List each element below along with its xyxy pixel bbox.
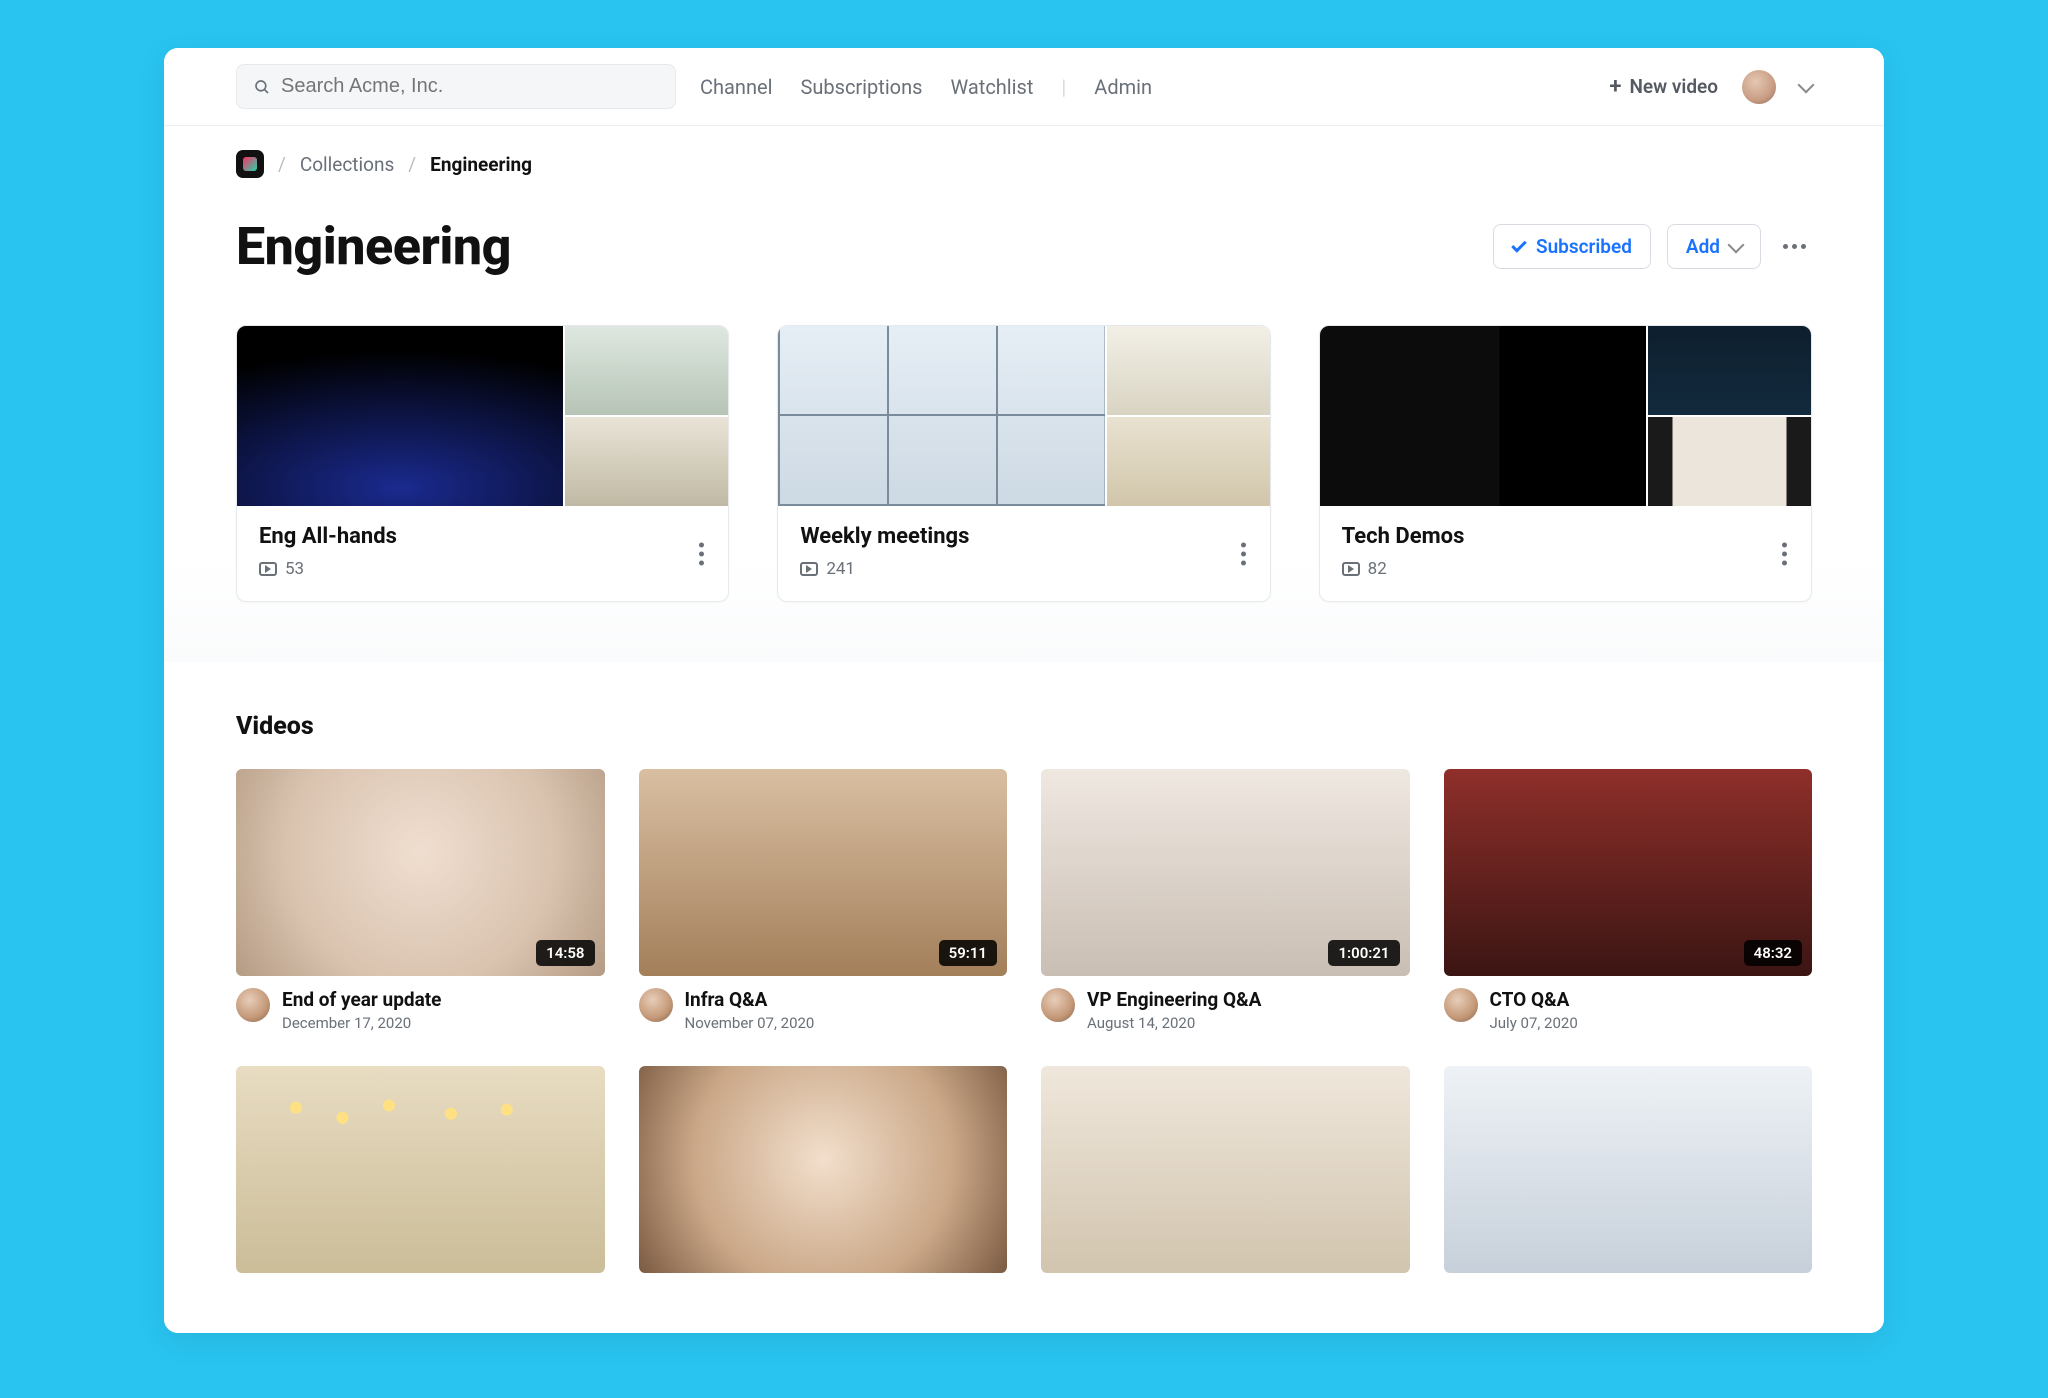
collection-card[interactable]: Weekly meetings 241 xyxy=(777,325,1270,602)
collection-count: 53 xyxy=(285,559,304,579)
video-duration: 1:00:21 xyxy=(1328,940,1399,966)
chevron-down-icon xyxy=(1728,236,1745,253)
video-title: VP Engineering Q&A xyxy=(1087,988,1261,1012)
video-date: November 07, 2020 xyxy=(685,1014,815,1032)
breadcrumb-sep: / xyxy=(408,153,416,176)
nav-admin[interactable]: Admin xyxy=(1094,75,1152,99)
video-duration: 48:32 xyxy=(1744,940,1802,966)
add-label: Add xyxy=(1686,235,1720,258)
video-title: End of year update xyxy=(282,988,441,1012)
search-input[interactable] xyxy=(281,75,659,98)
user-avatar[interactable] xyxy=(1742,70,1776,104)
title-bar: Engineering Subscribed Add xyxy=(164,188,1884,325)
collection-card[interactable]: Tech Demos 82 xyxy=(1319,325,1812,602)
uploader-avatar[interactable] xyxy=(1041,988,1075,1022)
title-actions: Subscribed Add xyxy=(1493,224,1812,269)
collection-meta: 82 xyxy=(1342,559,1789,579)
video-date: December 17, 2020 xyxy=(282,1014,441,1032)
collection-thumbs xyxy=(1320,326,1811,506)
breadcrumb-sep: / xyxy=(278,153,286,176)
collection-meta: 53 xyxy=(259,559,706,579)
subscribed-button[interactable]: Subscribed xyxy=(1493,224,1651,269)
video-date: July 07, 2020 xyxy=(1490,1014,1578,1032)
video-card[interactable] xyxy=(639,1066,1008,1273)
uploader-avatar[interactable] xyxy=(1444,988,1478,1022)
nav-channel[interactable]: Channel xyxy=(700,75,772,99)
collection-title: Tech Demos xyxy=(1342,524,1789,549)
videos-grid: 14:58 End of year update December 17, 20… xyxy=(236,769,1812,1273)
subscribed-label: Subscribed xyxy=(1536,235,1632,258)
check-icon xyxy=(1511,237,1527,253)
video-card[interactable]: 1:00:21 VP Engineering Q&A August 14, 20… xyxy=(1041,769,1410,1032)
collection-more-button[interactable] xyxy=(1235,536,1252,571)
uploader-avatar[interactable] xyxy=(236,988,270,1022)
video-card[interactable]: 59:11 Infra Q&A November 07, 2020 xyxy=(639,769,1008,1032)
video-thumbnail: 48:32 xyxy=(1444,769,1813,976)
video-card[interactable] xyxy=(1444,1066,1813,1273)
video-thumbnail xyxy=(1444,1066,1813,1273)
video-thumbnail: 14:58 xyxy=(236,769,605,976)
collection-count: 82 xyxy=(1368,559,1387,579)
video-date: August 14, 2020 xyxy=(1087,1014,1261,1032)
add-button[interactable]: Add xyxy=(1667,224,1761,269)
app-window: Channel Subscriptions Watchlist | Admin … xyxy=(164,48,1884,1333)
video-duration: 14:58 xyxy=(536,940,594,966)
videos-section: Videos 14:58 End of year update December… xyxy=(164,662,1884,1333)
breadcrumb: / Collections / Engineering xyxy=(164,126,1884,188)
top-nav: Channel Subscriptions Watchlist | Admin xyxy=(700,75,1152,99)
video-thumbnail xyxy=(639,1066,1008,1273)
video-title: CTO Q&A xyxy=(1490,988,1578,1012)
collection-meta: 241 xyxy=(800,559,1247,579)
uploader-avatar[interactable] xyxy=(639,988,673,1022)
more-button[interactable] xyxy=(1777,238,1812,255)
video-thumbnail xyxy=(1041,1066,1410,1273)
breadcrumb-current: Engineering xyxy=(430,153,532,176)
new-video-label: New video xyxy=(1629,75,1718,98)
collection-more-button[interactable] xyxy=(693,536,710,571)
video-card[interactable] xyxy=(236,1066,605,1273)
video-count-icon xyxy=(259,562,277,576)
chevron-down-icon[interactable] xyxy=(1798,76,1815,93)
collection-thumbs xyxy=(778,326,1269,506)
nav-separator: | xyxy=(1061,75,1066,99)
video-count-icon xyxy=(800,562,818,576)
breadcrumb-collections[interactable]: Collections xyxy=(300,153,394,176)
nav-watchlist[interactable]: Watchlist xyxy=(950,75,1033,99)
collection-thumbs xyxy=(237,326,728,506)
collection-card[interactable]: Eng All-hands 53 xyxy=(236,325,729,602)
collections-row: Eng All-hands 53 Weekly meetings 241 xyxy=(164,325,1884,662)
video-card[interactable]: 48:32 CTO Q&A July 07, 2020 xyxy=(1444,769,1813,1032)
video-card[interactable] xyxy=(1041,1066,1410,1273)
topbar: Channel Subscriptions Watchlist | Admin … xyxy=(164,48,1884,126)
video-card[interactable]: 14:58 End of year update December 17, 20… xyxy=(236,769,605,1032)
video-title: Infra Q&A xyxy=(685,988,815,1012)
collection-more-button[interactable] xyxy=(1776,536,1793,571)
collection-title: Weekly meetings xyxy=(800,524,1247,549)
videos-heading: Videos xyxy=(236,712,1812,741)
workspace-logo[interactable] xyxy=(236,150,264,178)
page-title: Engineering xyxy=(236,216,511,277)
search-icon xyxy=(253,78,271,96)
collection-title: Eng All-hands xyxy=(259,524,706,549)
nav-subscriptions[interactable]: Subscriptions xyxy=(800,75,922,99)
video-thumbnail: 1:00:21 xyxy=(1041,769,1410,976)
video-thumbnail xyxy=(236,1066,605,1273)
collection-count: 241 xyxy=(826,559,855,579)
video-thumbnail: 59:11 xyxy=(639,769,1008,976)
plus-icon: + xyxy=(1609,76,1621,98)
new-video-button[interactable]: + New video xyxy=(1609,75,1718,98)
video-duration: 59:11 xyxy=(939,940,997,966)
search-box[interactable] xyxy=(236,64,676,109)
video-count-icon xyxy=(1342,562,1360,576)
